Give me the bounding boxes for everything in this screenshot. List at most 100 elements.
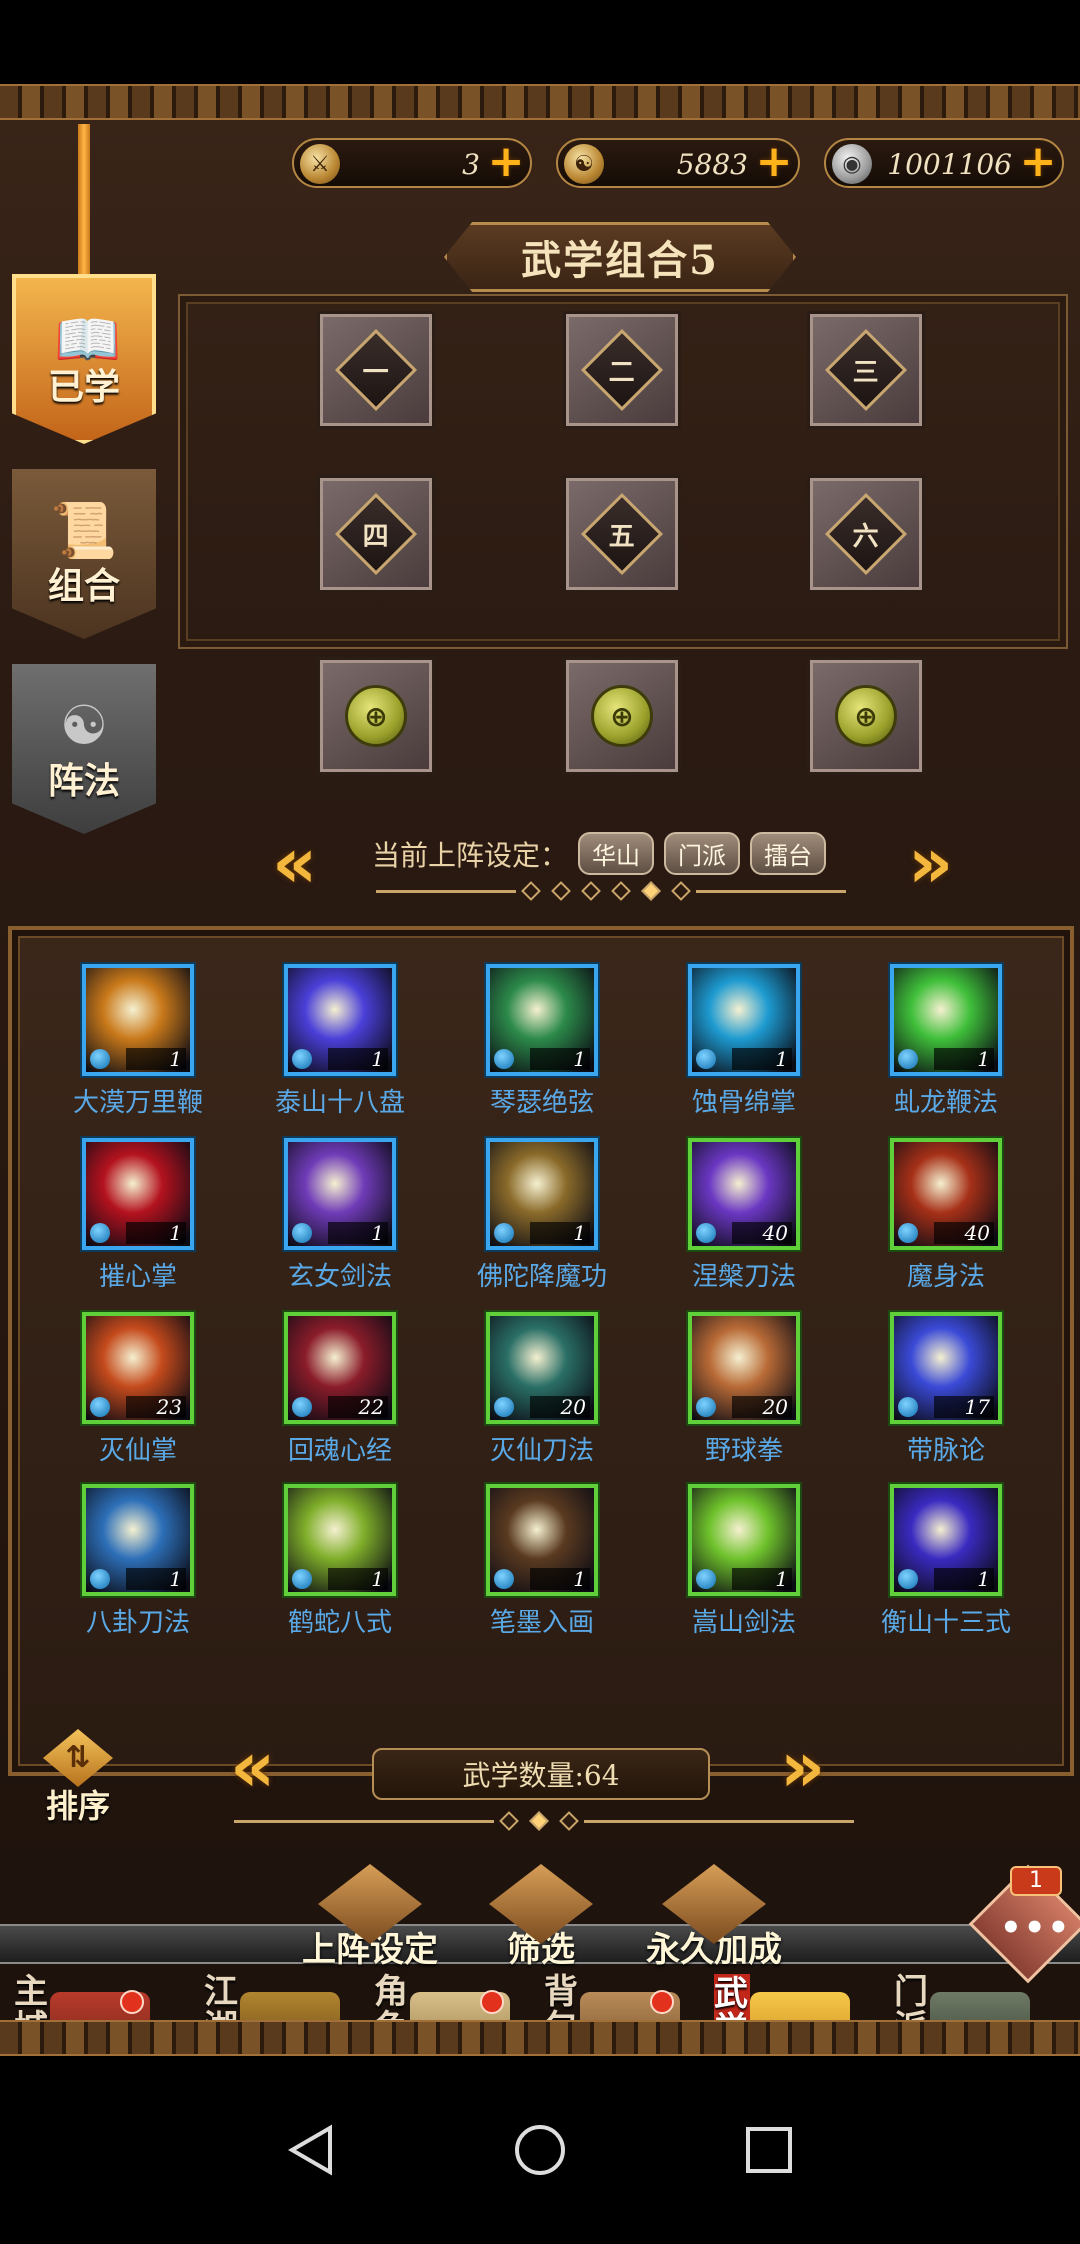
skill-icon: 17 [890, 1312, 1002, 1424]
skill-item[interactable]: 1 鹤蛇八式 [250, 1484, 430, 1639]
skill-item[interactable]: 40 涅槃刀法 [654, 1138, 834, 1293]
skill-icon: 1 [82, 964, 194, 1076]
page-title-text: 武学组合5 [521, 237, 719, 284]
chat-unread-count: 1 [1010, 1866, 1062, 1896]
skill-level: 20 [732, 1396, 792, 1418]
gem-icon [898, 1569, 918, 1589]
formation-slot-6[interactable]: 六 [810, 478, 922, 590]
formation-slot-3[interactable]: 三 [810, 314, 922, 426]
skill-name: 魔身法 [906, 1262, 985, 1292]
next-combo-arrow-icon[interactable]: » [908, 822, 953, 904]
skill-item[interactable]: 40 魔身法 [856, 1138, 1036, 1293]
skill-name: 琴瑟绝弦 [489, 1088, 594, 1118]
skill-name: 灭仙刀法 [489, 1436, 594, 1466]
resource-bar-silver: ◉ 1001106 + [824, 138, 1064, 188]
skill-level: 40 [732, 1222, 792, 1244]
skill-name: 野球拳 [704, 1436, 783, 1466]
prev-combo-arrow-icon[interactable]: « [272, 822, 317, 904]
gem-icon [494, 1223, 514, 1243]
skill-level: 1 [530, 1222, 590, 1244]
slot-number: 五 [608, 521, 636, 552]
silver-coin-icon: ◉ [832, 144, 872, 184]
tab-learned[interactable]: 📖 已学 [12, 274, 156, 444]
skill-name: 灭仙掌 [98, 1436, 177, 1466]
skill-level: 1 [328, 1222, 388, 1244]
chat-button[interactable]: ••• 1 [968, 1864, 1080, 1984]
skill-item[interactable]: 1 嵩山剑法 [654, 1484, 834, 1639]
formation-slot-4[interactable]: 四 [320, 478, 432, 590]
slot-number: 三 [852, 357, 880, 388]
skill-item[interactable]: 1 泰山十八盘 [250, 964, 430, 1119]
current-setting-label: 当前上阵设定： [372, 838, 569, 872]
skill-item[interactable]: 1 佛陀降魔功 [452, 1138, 632, 1293]
resource-bar-coins: ☯ 5883 + [556, 138, 800, 188]
skill-item[interactable]: 1 虬龙鞭法 [856, 964, 1036, 1119]
gem-icon [696, 1397, 716, 1417]
tab-formation[interactable]: ☯ 阵法 [12, 664, 156, 834]
page-title: 武学组合5 [444, 222, 796, 292]
sort-button[interactable]: ⇅ 排序 [30, 1729, 126, 1826]
skill-count-box: 武学数量:64 [372, 1748, 710, 1800]
locked-slot-2[interactable]: ⊕ [566, 660, 678, 772]
lock-icon: ⊕ [835, 685, 897, 747]
skill-level: 40 [934, 1222, 994, 1244]
skill-level: 1 [934, 1048, 994, 1070]
add-silver-button[interactable]: + [1018, 140, 1058, 184]
skill-item[interactable]: 22 回魂心经 [250, 1312, 430, 1467]
sort-label: 排序 [45, 1787, 110, 1825]
skill-item[interactable]: 1 蚀骨绵掌 [654, 964, 834, 1119]
formation-slot-2[interactable]: 二 [566, 314, 678, 426]
gem-icon [292, 1569, 312, 1589]
skill-icon: 1 [890, 964, 1002, 1076]
skill-item[interactable]: 1 玄女剑法 [250, 1138, 430, 1293]
skill-level: 20 [530, 1396, 590, 1418]
skill-item[interactable]: 1 衡山十三式 [856, 1484, 1036, 1639]
gem-icon [696, 1223, 716, 1243]
skill-item[interactable]: 1 摧心掌 [48, 1138, 228, 1293]
add-tickets-button[interactable]: + [486, 140, 526, 184]
gem-icon [494, 1397, 514, 1417]
skill-item[interactable]: 1 大漠万里鞭 [48, 964, 228, 1119]
formation-slot-5[interactable]: 五 [566, 478, 678, 590]
skill-item[interactable]: 1 笔墨入画 [452, 1484, 632, 1639]
recents-icon [746, 2127, 792, 2173]
skill-item[interactable]: 17 带脉论 [856, 1312, 1036, 1467]
skill-level: 22 [328, 1396, 388, 1418]
resource-value: 1001106 [887, 148, 1012, 181]
skill-item[interactable]: 20 野球拳 [654, 1312, 834, 1467]
tab-combo[interactable]: 📜 组合 [12, 469, 156, 639]
setting-tag-huashan: 华山 [578, 832, 655, 875]
skill-level: 1 [934, 1568, 994, 1590]
yin-yang-icon: ☯ [59, 694, 109, 757]
locked-slot-1[interactable]: ⊕ [320, 660, 432, 772]
prev-page-arrow-icon[interactable]: « [230, 1726, 275, 1808]
skill-item[interactable]: 1 八卦刀法 [48, 1484, 228, 1639]
setting-tag-sect: 门派 [664, 832, 741, 875]
yin-yang-coin-icon: ☯ [564, 144, 604, 184]
gem-icon [898, 1223, 918, 1243]
skill-icon: 20 [486, 1312, 598, 1424]
skill-icon: 23 [82, 1312, 194, 1424]
scroll-icon: 📜 [50, 499, 118, 562]
notification-dot [480, 1990, 504, 2014]
lock-icon: ⊕ [591, 685, 653, 747]
skill-icon: 1 [688, 1484, 800, 1596]
skill-level: 1 [126, 1568, 186, 1590]
current-setting: 当前上阵设定： 华山 门派 擂台 [372, 832, 827, 875]
locked-slot-3[interactable]: ⊕ [810, 660, 922, 772]
skill-level: 1 [530, 1048, 590, 1070]
game-screen: ⚔ 3 + ☯ 5883 + ◉ 1001106 + 📖 已学 📜 组合 ☯ 阵… [0, 84, 1080, 2056]
skill-name: 衡山十三式 [880, 1608, 1011, 1638]
skill-icon: 1 [486, 1138, 598, 1250]
skill-item[interactable]: 23 灭仙掌 [48, 1312, 228, 1467]
skill-name: 大漠万里鞭 [72, 1088, 203, 1118]
skill-item[interactable]: 1 琴瑟绝弦 [452, 964, 632, 1119]
add-coins-button[interactable]: + [754, 140, 794, 184]
formation-slot-1[interactable]: 一 [320, 314, 432, 426]
slot-number: 二 [608, 357, 636, 388]
skill-item[interactable]: 20 灭仙刀法 [452, 1312, 632, 1467]
next-page-arrow-icon[interactable]: » [780, 1726, 825, 1808]
gem-icon [292, 1223, 312, 1243]
skill-level: 23 [126, 1396, 186, 1418]
skills-page-indicator [234, 1811, 854, 1831]
